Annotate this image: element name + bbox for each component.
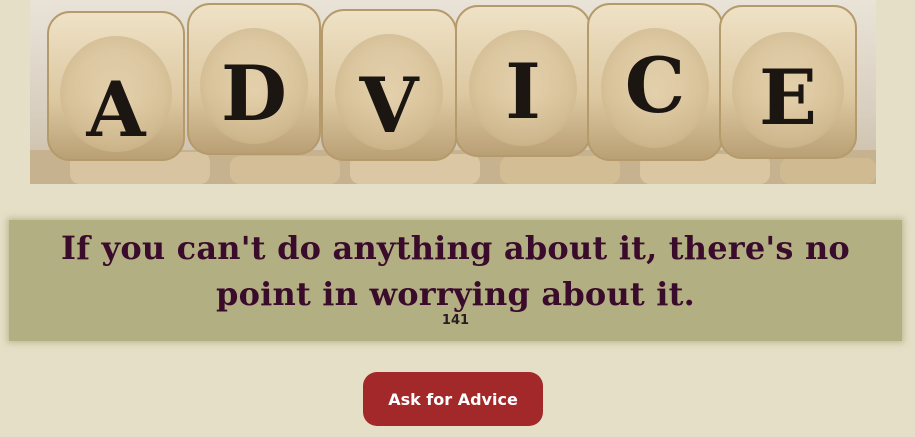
quote-panel: If you can't do anything about it, there… xyxy=(9,220,902,341)
die-letter-d: D xyxy=(221,49,287,138)
advice-id: 141 xyxy=(441,313,470,328)
advice-banner-image: A D V I C E xyxy=(30,0,876,184)
die-letter-a: A xyxy=(86,65,147,154)
advice-quote: If you can't do anything about it, there… xyxy=(61,229,850,313)
ask-for-advice-button[interactable]: Ask for Advice xyxy=(363,372,543,426)
die-letter-i: I xyxy=(505,47,541,136)
page: A D V I C E If you can't do anything abo… xyxy=(0,0,915,437)
die-letter-c: C xyxy=(625,41,686,130)
die-letter-e: E xyxy=(759,53,817,142)
advice-dice-illustration: A D V I C E xyxy=(30,3,876,184)
die-letter-v: V xyxy=(359,61,421,150)
